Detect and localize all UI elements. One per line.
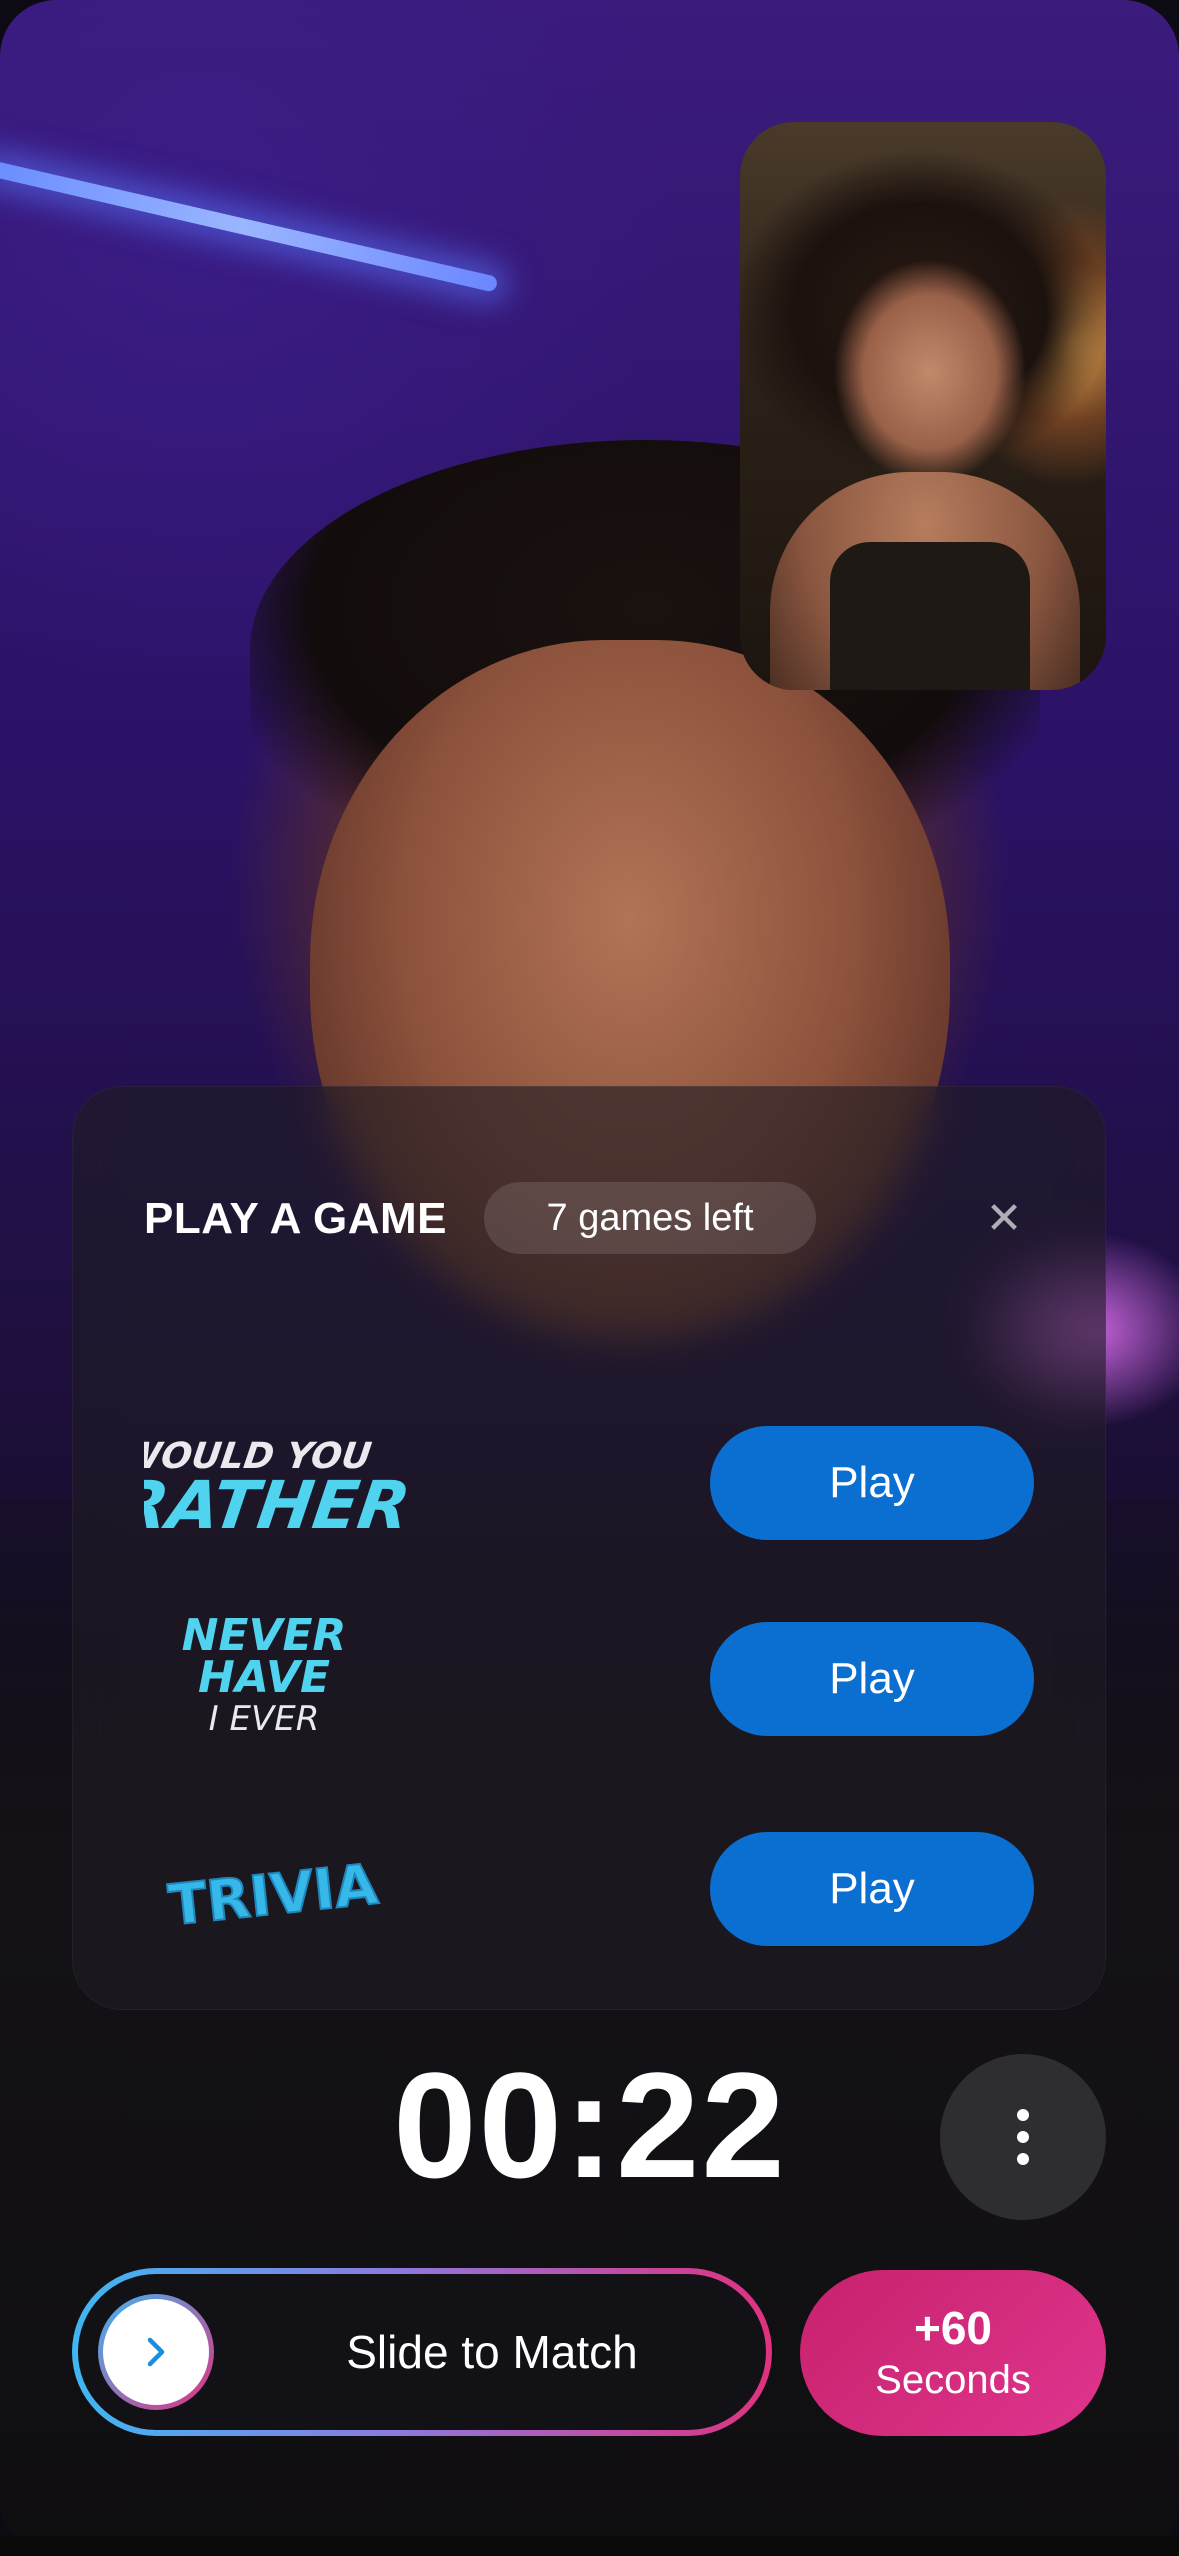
bottom-edge <box>0 2536 1179 2556</box>
self-view-pip[interactable] <box>740 122 1106 690</box>
trivia-logo: TRIVIA <box>165 1851 383 1940</box>
slide-to-match-control[interactable]: Slide to Match <box>72 2268 772 2436</box>
play-never-have-i-ever-button[interactable]: Play <box>710 1622 1034 1736</box>
logo-line: I EVER <box>209 1699 320 1739</box>
would-you-rather-logo: WOULD YOU RATHER <box>144 1434 415 1544</box>
add-time-amount: +60 <box>913 2302 993 2354</box>
pip-subject-top <box>830 542 1030 690</box>
more-options-button[interactable] <box>940 2054 1106 2220</box>
never-have-i-ever-logo: NEVER HAVE I EVER <box>182 1610 347 1739</box>
neon-light-strip <box>0 160 499 293</box>
more-vertical-icon <box>1017 2109 1029 2165</box>
chevron-right-icon <box>147 2337 165 2367</box>
slide-knob[interactable] <box>98 2294 214 2410</box>
play-would-you-rather-button[interactable]: Play <box>710 1426 1034 1540</box>
game-row-never-have-i-ever: NEVER HAVE I EVER Play <box>72 1610 1106 1742</box>
logo-line: HAVE <box>198 1652 330 1703</box>
call-timer: 00:22 <box>393 2041 787 2209</box>
play-trivia-button[interactable]: Play <box>710 1832 1034 1946</box>
logo-line: TRIVIA <box>166 1852 382 1939</box>
knob-face <box>103 2299 209 2405</box>
game-row-trivia: TRIVIA Play <box>72 1832 1106 1952</box>
close-icon[interactable]: ✕ <box>982 1194 1026 1243</box>
add-time-unit: Seconds <box>875 2358 1031 2402</box>
logo-line: RATHER <box>144 1466 415 1544</box>
slide-track: Slide to Match <box>78 2274 766 2430</box>
game-row-would-you-rather: WOULD YOU RATHER Play <box>72 1426 1106 1546</box>
game-panel: PLAY A GAME 7 games left ✕ WOULD YOU RAT… <box>72 1086 1106 2010</box>
slide-label: Slide to Match <box>346 2326 638 2378</box>
games-left-badge: 7 games left <box>484 1182 816 1254</box>
panel-title: PLAY A GAME <box>144 1194 447 1243</box>
add-time-button[interactable]: +60 Seconds <box>800 2270 1106 2436</box>
